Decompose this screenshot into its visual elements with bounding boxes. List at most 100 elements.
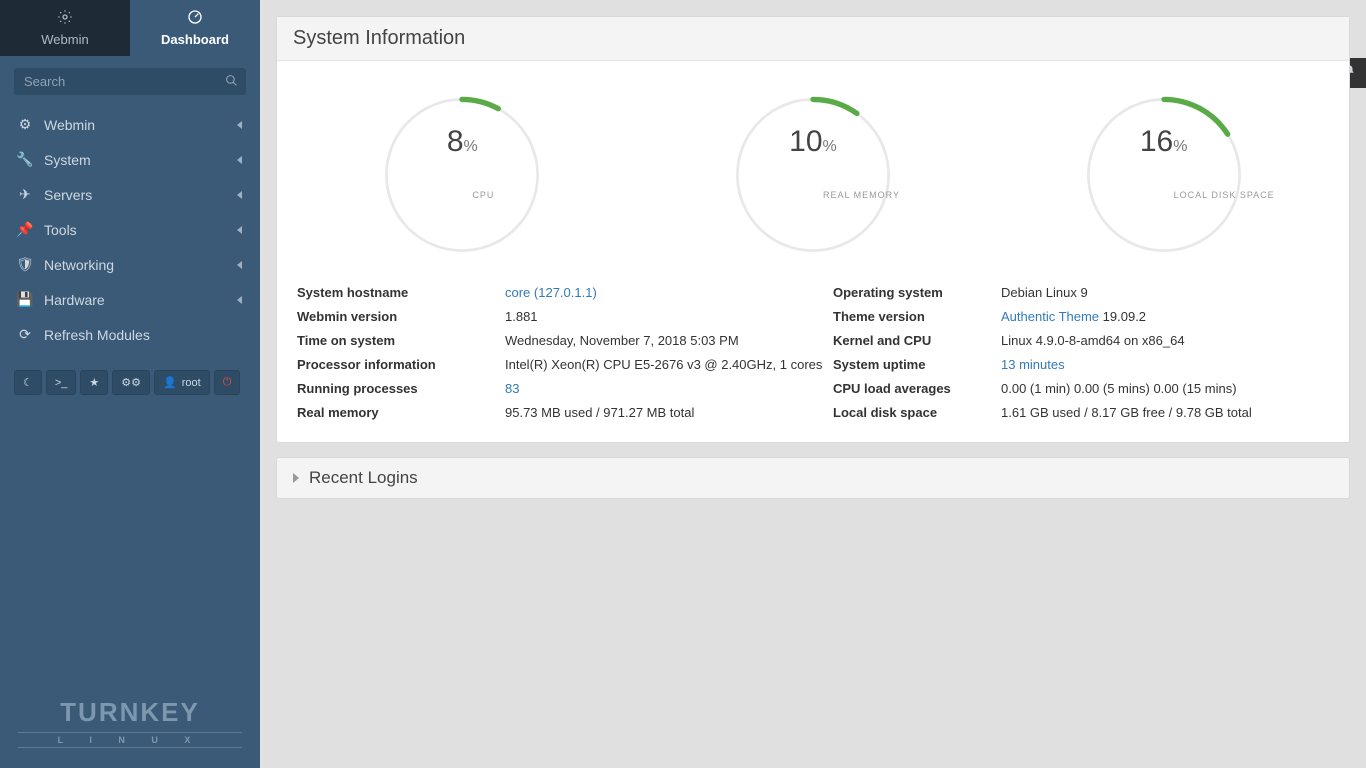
gauge-value: 10 (789, 125, 822, 158)
info-value: 1.881 (505, 309, 825, 324)
user-button[interactable]: 👤 root (154, 370, 210, 395)
gauge-label: CPU (472, 190, 494, 200)
info-value: Linux 4.9.0-8-amd64 on x86_64 (1001, 333, 1329, 348)
sidebar-item-hardware[interactable]: 💾 Hardware (0, 282, 260, 317)
info-key: CPU load averages (833, 381, 993, 396)
info-value: 95.73 MB used / 971.27 MB total (505, 405, 825, 420)
info-key: Theme version (833, 309, 993, 324)
sidebar-item-refresh-modules[interactable]: ⟳ Refresh Modules (0, 317, 260, 352)
sidebar-item-label: Servers (44, 187, 92, 203)
chevron-right-icon (293, 473, 299, 483)
gauge-cpu: 8% CPU (332, 85, 592, 265)
refresh-icon: ⟳ (18, 326, 32, 343)
chevron-left-icon (237, 156, 242, 164)
info-value: Debian Linux 9 (1001, 285, 1329, 300)
info-key: Operating system (833, 285, 993, 300)
sidebar-item-label: Tools (44, 222, 77, 238)
moon-icon: ☾ (23, 376, 33, 389)
sidebar-item-label: Hardware (44, 292, 105, 308)
info-value: Wednesday, November 7, 2018 5:03 PM (505, 333, 825, 348)
main-content: System Information 8% CPU 10% REAL MEMOR… (260, 0, 1366, 768)
info-value: Intel(R) Xeon(R) CPU E5-2676 v3 @ 2.40GH… (505, 357, 825, 372)
gauge-pct: % (823, 138, 837, 155)
search-input[interactable] (14, 68, 246, 95)
sidebar-item-label: Networking (44, 257, 114, 273)
settings-button[interactable]: ⚙⚙ (112, 370, 150, 395)
pin-icon: 📌 (18, 221, 32, 238)
recent-logins-title: Recent Logins (309, 468, 418, 488)
panel-title: System Information (277, 17, 1349, 61)
search-icon[interactable] (225, 74, 238, 92)
chevron-left-icon (237, 296, 242, 304)
info-key: Real memory (297, 405, 497, 420)
system-info-panel: System Information 8% CPU 10% REAL MEMOR… (276, 16, 1350, 443)
tab-webmin[interactable]: Webmin (0, 0, 130, 56)
terminal-button[interactable]: >_ (46, 370, 77, 395)
gauge-label: LOCAL DISK SPACE (1174, 190, 1275, 200)
plane-icon: ✈ (18, 186, 32, 203)
gauge-label: REAL MEMORY (823, 190, 900, 200)
gauge-disk: 16% LOCAL DISK SPACE (1034, 85, 1294, 265)
disk-icon: 💾 (18, 291, 32, 308)
webmin-icon (56, 9, 74, 32)
brand-subtext: L I N U X (18, 732, 242, 748)
dashboard-icon (186, 9, 204, 32)
brand-text: TURNKEY (0, 697, 260, 728)
brand-logo: TURNKEY L I N U X (0, 697, 260, 748)
user-icon: 👤 (163, 376, 177, 389)
power-icon: ⏻ (223, 376, 232, 389)
chevron-left-icon (237, 226, 242, 234)
sidebar-toolbar: ☾ >_ ★ ⚙⚙ 👤 root ⏻ (0, 352, 260, 413)
chevron-left-icon (237, 191, 242, 199)
recent-logins-panel[interactable]: Recent Logins (276, 457, 1350, 499)
info-key: Time on system (297, 333, 497, 348)
hostname-link[interactable]: core (127.0.1.1) (505, 285, 597, 300)
info-key: Webmin version (297, 309, 497, 324)
info-key: System hostname (297, 285, 497, 300)
info-key: System uptime (833, 357, 993, 372)
gears-icon: ⚙⚙ (121, 376, 141, 389)
sidebar-item-system[interactable]: 🔧 System (0, 142, 260, 177)
sidebar-item-webmin[interactable]: ⚙ Webmin (0, 107, 260, 142)
user-label: root (182, 377, 201, 389)
shield-icon: 🛡 (18, 256, 32, 273)
info-key: Running processes (297, 381, 497, 396)
info-key: Processor information (297, 357, 497, 372)
gear-icon: ⚙ (18, 116, 32, 133)
gauge-value: 16 (1140, 125, 1173, 158)
gauge-value: 8 (447, 125, 464, 158)
info-value: 1.61 GB used / 8.17 GB free / 9.78 GB to… (1001, 405, 1329, 420)
tab-webmin-label: Webmin (41, 32, 88, 47)
terminal-icon: >_ (55, 377, 68, 389)
sidebar-item-label: Webmin (44, 117, 95, 133)
info-key: Local disk space (833, 405, 993, 420)
system-info-grid: System hostname core (127.0.1.1) Operati… (277, 275, 1349, 442)
night-mode-button[interactable]: ☾ (14, 370, 42, 395)
sidebar: ⚙ Webmin 🔧 System ✈ Servers 📌 Tools 🛡 Network… (0, 56, 260, 768)
star-icon: ★ (89, 376, 99, 389)
sidebar-item-networking[interactable]: 🛡 Networking (0, 247, 260, 282)
gauge-pct: % (1173, 138, 1187, 155)
tab-dashboard-label: Dashboard (161, 32, 229, 47)
sidebar-item-label: Refresh Modules (44, 327, 150, 343)
info-key: Kernel and CPU (833, 333, 993, 348)
gauge-memory: 10% REAL MEMORY (683, 85, 943, 265)
logout-button[interactable]: ⏻ (214, 370, 241, 395)
uptime-link[interactable]: 13 minutes (1001, 357, 1065, 372)
sidebar-nav: ⚙ Webmin 🔧 System ✈ Servers 📌 Tools 🛡 Network… (0, 107, 260, 352)
sidebar-item-label: System (44, 152, 91, 168)
wrench-icon: 🔧 (18, 151, 32, 168)
sidebar-item-servers[interactable]: ✈ Servers (0, 177, 260, 212)
info-value: 19.09.2 (1099, 309, 1146, 324)
sidebar-item-tools[interactable]: 📌 Tools (0, 212, 260, 247)
gauges-row: 8% CPU 10% REAL MEMORY 16% LOCAL DISK (277, 61, 1349, 275)
info-value: 0.00 (1 min) 0.00 (5 mins) 0.00 (15 mins… (1001, 381, 1329, 396)
theme-link[interactable]: Authentic Theme (1001, 309, 1099, 324)
favorites-button[interactable]: ★ (80, 370, 108, 395)
gauge-pct: % (464, 138, 478, 155)
chevron-left-icon (237, 121, 242, 129)
processes-link[interactable]: 83 (505, 381, 519, 396)
sidebar-tabs: Webmin Dashboard (0, 0, 260, 56)
chevron-left-icon (237, 261, 242, 269)
tab-dashboard[interactable]: Dashboard (130, 0, 260, 56)
